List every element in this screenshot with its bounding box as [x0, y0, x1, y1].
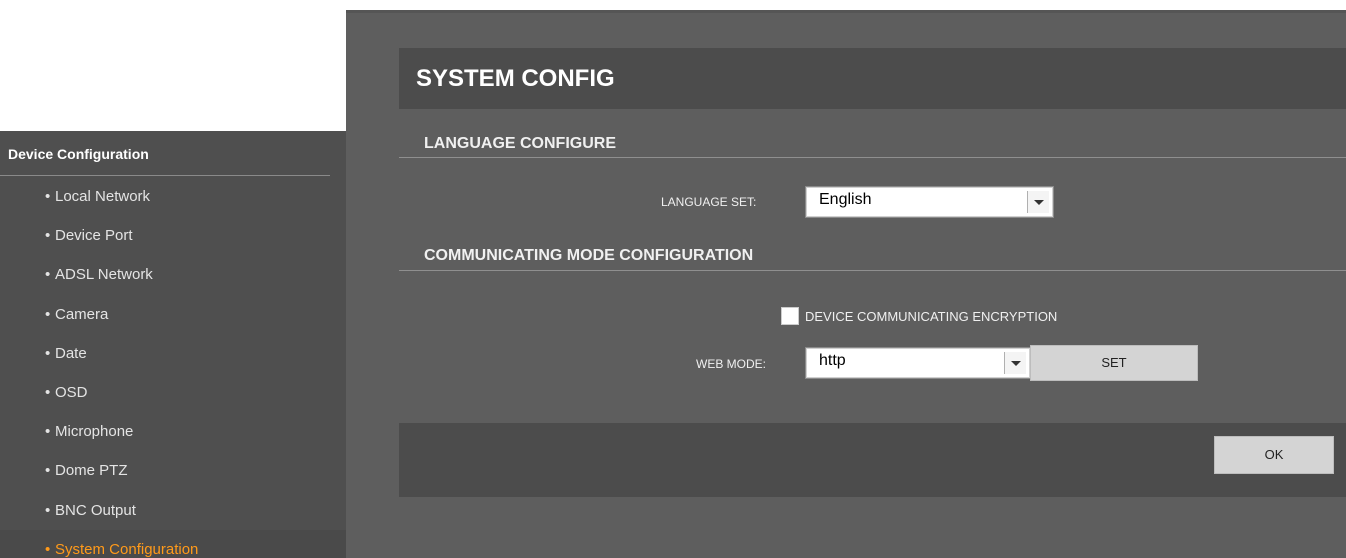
bullet-icon: • [45, 540, 51, 558]
bullet-icon: • [45, 305, 51, 323]
dropdown-arrow-icon[interactable] [1027, 191, 1049, 213]
config-header: SYSTEM CONFIG [399, 48, 1346, 109]
sidebar-item-label: Device Port [55, 227, 133, 245]
sidebar-header: Device Configuration [0, 131, 346, 175]
encryption-label: DEVICE COMMUNICATING ENCRYPTION [805, 309, 1058, 324]
language-select-value: English [819, 191, 872, 208]
sidebar-item-label: OSD [55, 383, 88, 401]
comm-section-title: COMMUNICATING MODE CONFIGURATION [424, 247, 754, 264]
web-mode-label: WEB MODE: [696, 357, 767, 371]
web-mode-select-value: http [819, 352, 846, 369]
panel-top-border [346, 10, 1346, 13]
sidebar-menu: • Local Network • Device Port • ADSL Networ… [0, 177, 346, 558]
bullet-icon: • [45, 423, 51, 441]
sidebar-item-label: System Configuration [55, 540, 199, 558]
language-section-divider [399, 157, 1346, 158]
set-button[interactable]: SET [1030, 345, 1198, 381]
sidebar-item-microphone[interactable]: • Microphone [0, 412, 346, 451]
sidebar-title: Device Configuration [8, 146, 149, 162]
sidebar-item-local-network[interactable]: • Local Network [0, 177, 346, 216]
bullet-icon: • [45, 227, 51, 245]
sidebar: Device Configuration • Local Network • Dev… [0, 131, 346, 558]
bullet-icon: • [45, 344, 51, 362]
sidebar-item-adsl-network[interactable]: • ADSL Network [0, 255, 346, 294]
language-set-label: LANGUAGE SET: [661, 195, 757, 209]
sidebar-item-device-port[interactable]: • Device Port [0, 216, 346, 255]
sidebar-item-osd[interactable]: • OSD [0, 373, 346, 412]
main-panel: SYSTEM CONFIG LANGUAGE CONFIGURE LANGUAG… [346, 10, 1346, 558]
bullet-icon: • [45, 188, 51, 205]
sidebar-item-label: BNC Output [55, 501, 136, 519]
sidebar-item-label: ADSL Network [55, 266, 153, 284]
sidebar-divider [0, 175, 330, 176]
web-mode-select[interactable]: http [805, 347, 1031, 379]
dropdown-arrow-icon[interactable] [1004, 352, 1026, 374]
sidebar-item-bnc-output[interactable]: • BNC Output [0, 491, 346, 530]
footer-bar: OK [399, 423, 1346, 497]
encryption-checkbox[interactable] [781, 307, 799, 325]
bullet-icon: • [45, 462, 51, 480]
language-select[interactable]: English [805, 186, 1054, 218]
sidebar-item-date[interactable]: • Date [0, 334, 346, 373]
language-section-title: LANGUAGE CONFIGURE [424, 135, 616, 152]
sidebar-item-dome-ptz[interactable]: • Dome PTZ [0, 451, 346, 490]
sidebar-item-label: Camera [55, 305, 109, 323]
ok-button[interactable]: OK [1214, 436, 1334, 474]
bullet-icon: • [45, 501, 51, 519]
sidebar-item-label: Local Network [55, 188, 151, 205]
sidebar-item-camera[interactable]: • Camera [0, 295, 346, 334]
bullet-icon: • [45, 266, 51, 284]
sidebar-item-system-configuration[interactable]: • System Configuration [0, 529, 346, 558]
sidebar-item-label: Microphone [55, 423, 134, 441]
bullet-icon: • [45, 383, 51, 401]
sidebar-item-label: Date [55, 344, 87, 362]
page: Device Configuration • Local Network • Dev… [0, 0, 1346, 558]
comm-section-divider [399, 270, 1346, 271]
sidebar-item-label: Dome PTZ [55, 462, 128, 480]
page-title: SYSTEM CONFIG [416, 65, 615, 92]
